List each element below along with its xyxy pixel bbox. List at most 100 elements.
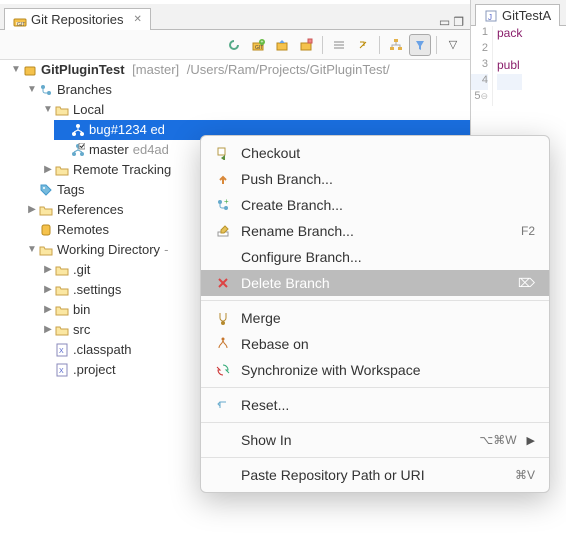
branches-node[interactable]: Branches	[22, 80, 470, 100]
checkout-icon	[215, 145, 231, 161]
maximize-icon[interactable]: ❐	[453, 15, 464, 29]
branch-bug1234-label: bug#1234 ed	[89, 120, 165, 140]
ctx-rename-branch[interactable]: Rename Branch...F2	[201, 218, 549, 244]
configure-icon	[215, 249, 231, 265]
create-branch-icon: +	[215, 197, 231, 213]
expand-icon[interactable]	[10, 60, 22, 80]
svg-text:+: +	[261, 39, 264, 45]
ctx-checkout[interactable]: Checkout	[201, 140, 549, 166]
folder-icon	[54, 322, 70, 338]
ctx-delete-branch[interactable]: Delete Branch⌦	[201, 270, 549, 296]
ctx-paste-repo-path[interactable]: Paste Repository Path or URI⌘V	[201, 462, 549, 488]
branch-master-label: master	[89, 140, 129, 160]
branch-icon	[70, 122, 86, 138]
rebase-icon	[215, 336, 231, 352]
checked-out-branch-icon	[70, 142, 86, 158]
expand-icon[interactable]	[42, 280, 54, 300]
toolbar-hierarchy-button[interactable]	[385, 34, 407, 56]
toolbar-clone-button[interactable]	[271, 34, 293, 56]
ctx-merge[interactable]: Merge	[201, 305, 549, 331]
ctx-create-branch[interactable]: +Create Branch...	[201, 192, 549, 218]
push-icon	[215, 171, 231, 187]
toolbar-refresh-button[interactable]	[223, 34, 245, 56]
toolbar-filter-button[interactable]	[409, 34, 431, 56]
minimize-icon[interactable]: ▭	[439, 15, 450, 29]
expand-icon[interactable]	[26, 200, 38, 220]
svg-text:X: X	[59, 368, 64, 375]
code-line-3: publ	[497, 58, 520, 72]
ctx-reset[interactable]: Reset...	[201, 392, 549, 418]
repo-root-node[interactable]: GitPluginTest [master] /Users/Ram/Projec…	[6, 60, 470, 80]
dot-git-label: .git	[73, 260, 90, 280]
ctx-synchronize[interactable]: Synchronize with Workspace	[201, 357, 549, 383]
folder-icon	[54, 302, 70, 318]
svg-text:J: J	[488, 13, 492, 22]
java-file-icon: J	[484, 9, 498, 23]
editor-tabbar: J GitTestA	[471, 0, 566, 26]
repo-path-label: /Users/Ram/Projects/GitPluginTest/	[183, 62, 390, 77]
expand-icon[interactable]	[42, 100, 54, 120]
expand-icon[interactable]	[42, 260, 54, 280]
toolbar-add-repo-button[interactable]: GIT+	[247, 34, 269, 56]
ctx-push-branch[interactable]: Push Branch...	[201, 166, 549, 192]
branches-label: Branches	[57, 80, 112, 100]
branch-master-sha: ed4ad	[129, 140, 169, 160]
ctx-configure-branch[interactable]: Configure Branch...	[201, 244, 549, 270]
repo-name-label: GitPluginTest	[41, 62, 125, 77]
toolbar-collapse-button[interactable]	[328, 34, 350, 56]
separator	[201, 457, 549, 458]
folder-open-icon	[38, 242, 54, 258]
code-line-1: pack	[497, 26, 522, 40]
toolbar-view-menu-button[interactable]: ▽	[442, 34, 464, 56]
submenu-arrow-icon: ▶	[527, 434, 535, 447]
working-directory-label: Working Directory	[57, 240, 160, 260]
src-label: src	[73, 320, 90, 340]
branch-context-menu: Checkout Push Branch... +Create Branch..…	[200, 135, 550, 493]
git-repo-icon: GIT	[13, 13, 27, 27]
editor-tab[interactable]: J GitTestA	[475, 4, 560, 26]
expand-icon[interactable]	[42, 160, 54, 180]
local-branches-node[interactable]: Local	[38, 100, 470, 120]
git-repositories-tab-label: Git Repositories	[31, 12, 123, 27]
remotes-icon	[38, 222, 54, 238]
sync-icon	[215, 362, 231, 378]
references-label: References	[57, 200, 123, 220]
view-tabbar: GIT Git Repositories ✕ ▭ ❐	[0, 4, 470, 30]
git-repositories-tab[interactable]: GIT Git Repositories ✕	[4, 8, 151, 30]
local-label: Local	[73, 100, 104, 120]
separator	[201, 422, 549, 423]
ctx-show-in[interactable]: Show In⌥⌘W▶	[201, 427, 549, 453]
branches-icon	[38, 82, 54, 98]
tags-label: Tags	[57, 180, 84, 200]
merge-icon	[215, 310, 231, 326]
ctx-rebase[interactable]: Rebase on	[201, 331, 549, 357]
folder-icon	[54, 262, 70, 278]
remote-tracking-label: Remote Tracking	[73, 160, 171, 180]
expand-icon[interactable]	[26, 240, 38, 260]
svg-text:X: X	[59, 348, 64, 355]
editor-tab-label: GitTestA	[502, 8, 551, 23]
close-icon[interactable]: ✕	[133, 14, 141, 25]
expand-icon[interactable]	[42, 300, 54, 320]
view-toolbar: GIT+ ▽	[0, 30, 470, 60]
folder-icon	[38, 202, 54, 218]
dot-settings-label: .settings	[73, 280, 121, 300]
remotes-label: Remotes	[57, 220, 109, 240]
file-icon: X	[54, 342, 70, 358]
file-icon: X	[54, 362, 70, 378]
expand-icon[interactable]	[42, 320, 54, 340]
toolbar-link-button[interactable]	[352, 34, 374, 56]
folder-open-icon	[54, 102, 70, 118]
editor-body[interactable]: 12345⊖ pack publ	[471, 26, 566, 106]
project-label: .project	[73, 360, 116, 380]
expand-icon[interactable]	[26, 80, 38, 100]
classpath-label: .classpath	[73, 340, 132, 360]
rename-icon	[215, 223, 231, 239]
svg-text:GIT: GIT	[255, 45, 263, 51]
folder-icon	[54, 162, 70, 178]
folder-icon	[54, 282, 70, 298]
toolbar-create-repo-button[interactable]	[295, 34, 317, 56]
svg-text:+: +	[224, 198, 229, 206]
line-gutter: 12345⊖	[471, 26, 493, 106]
repo-icon	[22, 62, 38, 78]
